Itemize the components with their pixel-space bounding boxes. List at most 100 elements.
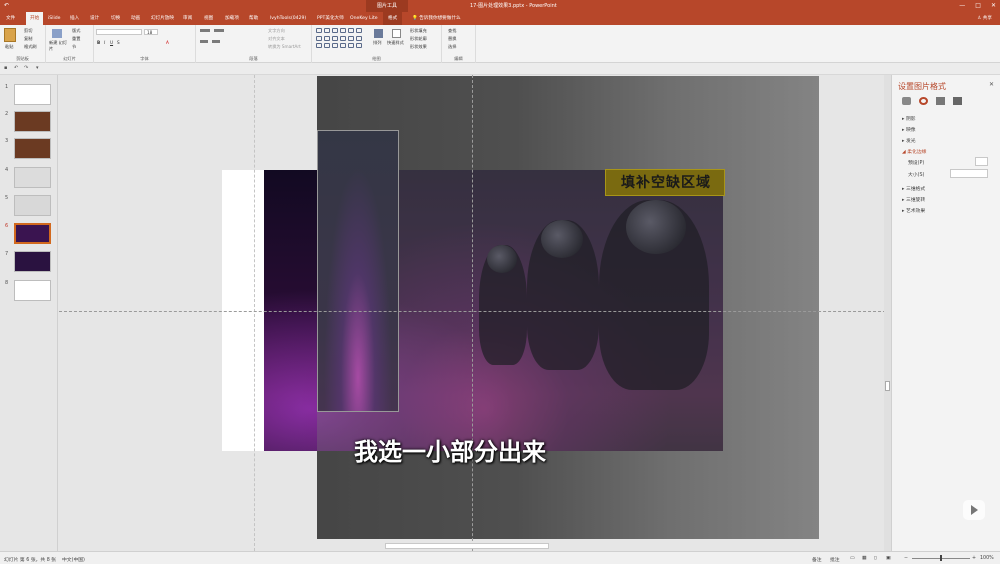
- cut-button[interactable]: 剪切: [24, 28, 32, 34]
- slide-thumbnail[interactable]: [14, 167, 51, 188]
- zoom-out-icon[interactable]: −: [904, 556, 908, 561]
- share-button[interactable]: ♙ 共享: [977, 12, 992, 25]
- minimize-button[interactable]: —: [959, 0, 965, 12]
- notes-button[interactable]: 备注: [812, 556, 822, 563]
- section-3d-rotation[interactable]: ▸ 三维旋转: [902, 196, 925, 203]
- section-3d-format[interactable]: ▸ 三维格式: [902, 185, 925, 192]
- tab-home[interactable]: 开始: [26, 12, 44, 25]
- tab-onekey-lite[interactable]: OneKey Lite: [350, 12, 378, 25]
- text-direction-button[interactable]: 文字方向: [268, 28, 285, 34]
- preset-dropdown[interactable]: [975, 157, 988, 166]
- tab-view[interactable]: 视图: [204, 12, 213, 25]
- size-properties-icon[interactable]: [936, 97, 945, 105]
- shape-fill-button[interactable]: 形状填充: [410, 28, 427, 34]
- tab-design[interactable]: 设计: [90, 12, 99, 25]
- select-button[interactable]: 选择: [448, 44, 456, 50]
- play-icon[interactable]: [963, 500, 985, 520]
- new-slide-icon[interactable]: [52, 29, 62, 38]
- tab-insert[interactable]: 插入: [70, 12, 79, 25]
- vertical-scrollbar[interactable]: [884, 75, 891, 551]
- replace-button[interactable]: 替换: [448, 36, 456, 42]
- reset-button[interactable]: 重置: [72, 36, 80, 42]
- section-artistic-effects[interactable]: ▸ 艺术效果: [902, 207, 925, 214]
- section-shadow[interactable]: ▸ 阴影: [902, 115, 916, 122]
- slide-thumbnail[interactable]: [14, 251, 51, 272]
- undo-small-icon[interactable]: ↶: [14, 65, 18, 71]
- effects-icon[interactable]: [919, 97, 928, 105]
- zoom-level[interactable]: 100%: [980, 556, 994, 561]
- sorter-view-icon[interactable]: ▦: [862, 556, 867, 561]
- slide-thumbnail[interactable]: [14, 280, 51, 301]
- find-button[interactable]: 查找: [448, 28, 456, 34]
- font-color-button[interactable]: A: [166, 40, 169, 45]
- shapes-gallery[interactable]: [316, 28, 366, 50]
- arrange-icon[interactable]: [374, 29, 383, 38]
- tab-transitions[interactable]: 切换: [111, 12, 120, 25]
- size-input[interactable]: [950, 169, 988, 178]
- save-icon[interactable]: ▪: [4, 65, 7, 71]
- shape-effects-button[interactable]: 形状效果: [410, 44, 427, 50]
- section-button[interactable]: 节: [72, 44, 76, 50]
- shape-outline-button[interactable]: 形状轮廓: [410, 36, 427, 42]
- slideshow-view-icon[interactable]: ▣: [886, 556, 891, 561]
- tab-slideshow[interactable]: 幻灯片放映: [151, 12, 174, 25]
- zoom-in-icon[interactable]: +: [972, 556, 976, 561]
- zoom-slider-knob[interactable]: [940, 555, 942, 561]
- layout-button[interactable]: 版式: [72, 28, 80, 34]
- fill-line-icon[interactable]: [902, 97, 911, 105]
- more-tools-icon[interactable]: ▾: [36, 65, 39, 71]
- quick-styles-button[interactable]: 快速样式: [387, 40, 404, 46]
- section-glow[interactable]: ▸ 发光: [902, 137, 916, 144]
- section-reflection[interactable]: ▸ 映像: [902, 126, 916, 133]
- quick-styles-icon[interactable]: [392, 29, 401, 38]
- reading-view-icon[interactable]: ▯: [874, 556, 877, 561]
- numbering-icon[interactable]: [214, 29, 224, 32]
- tab-addins[interactable]: 加载项: [225, 12, 239, 25]
- close-button[interactable]: ✕: [991, 0, 996, 12]
- horizontal-scrollbar[interactable]: [385, 543, 549, 549]
- align-text-button[interactable]: 对齐文本: [268, 36, 285, 42]
- slide-thumbnail[interactable]: [14, 84, 51, 105]
- undo-icon[interactable]: ↶: [4, 0, 9, 12]
- slide-thumbnail[interactable]: [14, 138, 51, 159]
- underline-button[interactable]: U: [110, 40, 113, 45]
- scrollbar-thumb[interactable]: [885, 381, 890, 391]
- tab-lvyhtools[interactable]: lvyhTools(0429): [270, 12, 306, 25]
- redo-small-icon[interactable]: ↷: [24, 65, 28, 71]
- comments-button[interactable]: 批注: [830, 556, 840, 563]
- slide-editing-area[interactable]: 填补空缺区域: [59, 75, 891, 551]
- normal-view-icon[interactable]: ▭: [850, 556, 855, 561]
- slide-thumbnail[interactable]: [14, 195, 51, 216]
- restore-button[interactable]: □: [975, 0, 981, 12]
- tab-file[interactable]: 文件: [6, 12, 15, 25]
- tab-help[interactable]: 帮助: [249, 12, 258, 25]
- font-name-box[interactable]: [96, 29, 142, 35]
- tab-islide[interactable]: iSlide: [48, 12, 61, 25]
- font-size-box[interactable]: 18: [144, 29, 158, 35]
- new-slide-button[interactable]: 新建 幻灯片: [49, 40, 69, 52]
- tab-animations[interactable]: 动画: [131, 12, 140, 25]
- pane-close-icon[interactable]: ✕: [989, 81, 994, 88]
- bullets-icon[interactable]: [200, 29, 210, 32]
- format-painter-button[interactable]: 格式刷: [24, 44, 37, 50]
- italic-button[interactable]: I: [104, 40, 105, 45]
- align-center-icon[interactable]: [212, 40, 220, 43]
- section-soft-edges[interactable]: ◢ 柔化边缘: [902, 148, 926, 155]
- tell-me-search[interactable]: 💡 告诉我你想要做什么: [412, 12, 461, 25]
- arrange-button[interactable]: 排列: [373, 40, 381, 46]
- shadow-button[interactable]: S: [117, 40, 120, 45]
- language-indicator[interactable]: 中文(中国): [62, 556, 85, 563]
- tab-review[interactable]: 审阅: [183, 12, 192, 25]
- picture-icon[interactable]: [953, 97, 962, 105]
- slide-thumbnail-selected[interactable]: [14, 223, 51, 244]
- slide-thumbnail[interactable]: [14, 111, 51, 132]
- tab-format[interactable]: 格式: [383, 12, 403, 25]
- align-left-icon[interactable]: [200, 40, 208, 43]
- banner-textbox[interactable]: 填补空缺区域: [605, 169, 725, 196]
- tab-ppt-beautify[interactable]: PPT美化大师: [317, 12, 344, 25]
- paste-label[interactable]: 粘贴: [5, 44, 13, 50]
- bold-button[interactable]: B: [97, 40, 100, 45]
- paste-icon[interactable]: [4, 28, 16, 42]
- copy-button[interactable]: 复制: [24, 36, 32, 42]
- convert-smartart-button[interactable]: 转换为 SmartArt: [268, 44, 301, 50]
